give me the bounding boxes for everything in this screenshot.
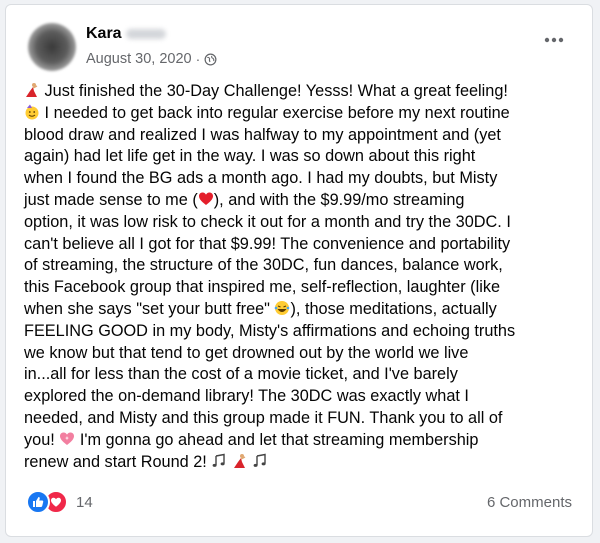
like-reaction-icon <box>26 490 50 514</box>
post-line-3: blood draw and realized I was halfway to… <box>24 125 501 144</box>
post-card: Kara August 30, 2020 · Just finished the… <box>5 4 593 537</box>
reaction-count: 14 <box>76 493 93 511</box>
post-line-6a: just made sense to me ( <box>24 190 198 209</box>
reactions-summary[interactable]: 14 <box>26 490 93 514</box>
post-meta: August 30, 2020 · <box>86 51 217 67</box>
author-name[interactable]: Kara <box>86 25 122 43</box>
author-name-row: Kara <box>86 25 166 43</box>
music-notes-emoji-icon <box>254 453 267 467</box>
party-face-emoji-icon <box>25 104 39 120</box>
post-line-4: again) had let life get in the way. I wa… <box>24 147 476 166</box>
post-line-6b: ), and with the $9.99/mo streaming <box>213 190 465 209</box>
post-line-17b: I'm gonna go ahead and let that streamin… <box>75 430 479 449</box>
post-line-17a: you! <box>24 430 60 449</box>
globe-icon[interactable] <box>204 53 217 66</box>
dancer-emoji-icon <box>233 453 246 468</box>
post-date[interactable]: August 30, 2020 <box>86 51 192 67</box>
music-notes-emoji-icon <box>212 453 226 467</box>
comments-count-link[interactable]: 6 Comments <box>487 494 572 511</box>
author-surname-redacted <box>125 29 166 39</box>
post-line-11b: ), those meditations, actually <box>290 299 497 318</box>
red-heart-emoji-icon <box>198 192 213 205</box>
post-footer: 14 6 Comments <box>26 489 572 515</box>
post-line-5: when I found the BG ads a month ago. I h… <box>24 169 498 188</box>
post-line-8: can't believe all I got for that $9.99! … <box>24 234 511 253</box>
post-line-10: this Facebook group that inspired me, se… <box>24 278 501 297</box>
meta-separator: · <box>195 51 201 67</box>
more-options-icon[interactable] <box>542 35 566 45</box>
post-body: Just finished the 30-Day Challenge! Yess… <box>24 81 580 473</box>
dancer-emoji-icon <box>26 83 38 97</box>
author-avatar[interactable] <box>28 23 76 71</box>
post-line-14: in...all for less than the cost of a mov… <box>24 365 458 384</box>
post-line-13: we know but that tend to get drowned out… <box>24 343 469 362</box>
laughing-tears-emoji-icon <box>275 300 290 315</box>
sparkling-heart-emoji-icon <box>60 432 75 445</box>
post-line-7: option, it was low risk to check it out … <box>24 212 511 231</box>
post-line-11a: when she says "set your butt free" <box>24 299 275 318</box>
post-line-9: of streaming, the structure of the 30DC,… <box>24 256 503 275</box>
post-line-15: explored the on-demand library! The 30DC… <box>24 387 469 406</box>
post-line-2: I needed to get back into regular exerci… <box>44 103 510 122</box>
post-line-12: FEELING GOOD in my body, Misty's affirma… <box>24 321 516 340</box>
post-line-1: Just finished the 30-Day Challenge! Yess… <box>44 82 508 100</box>
post-line-18: renew and start Round 2! <box>24 452 212 471</box>
post-line-16: needed, and Misty and this group made it… <box>24 408 503 427</box>
